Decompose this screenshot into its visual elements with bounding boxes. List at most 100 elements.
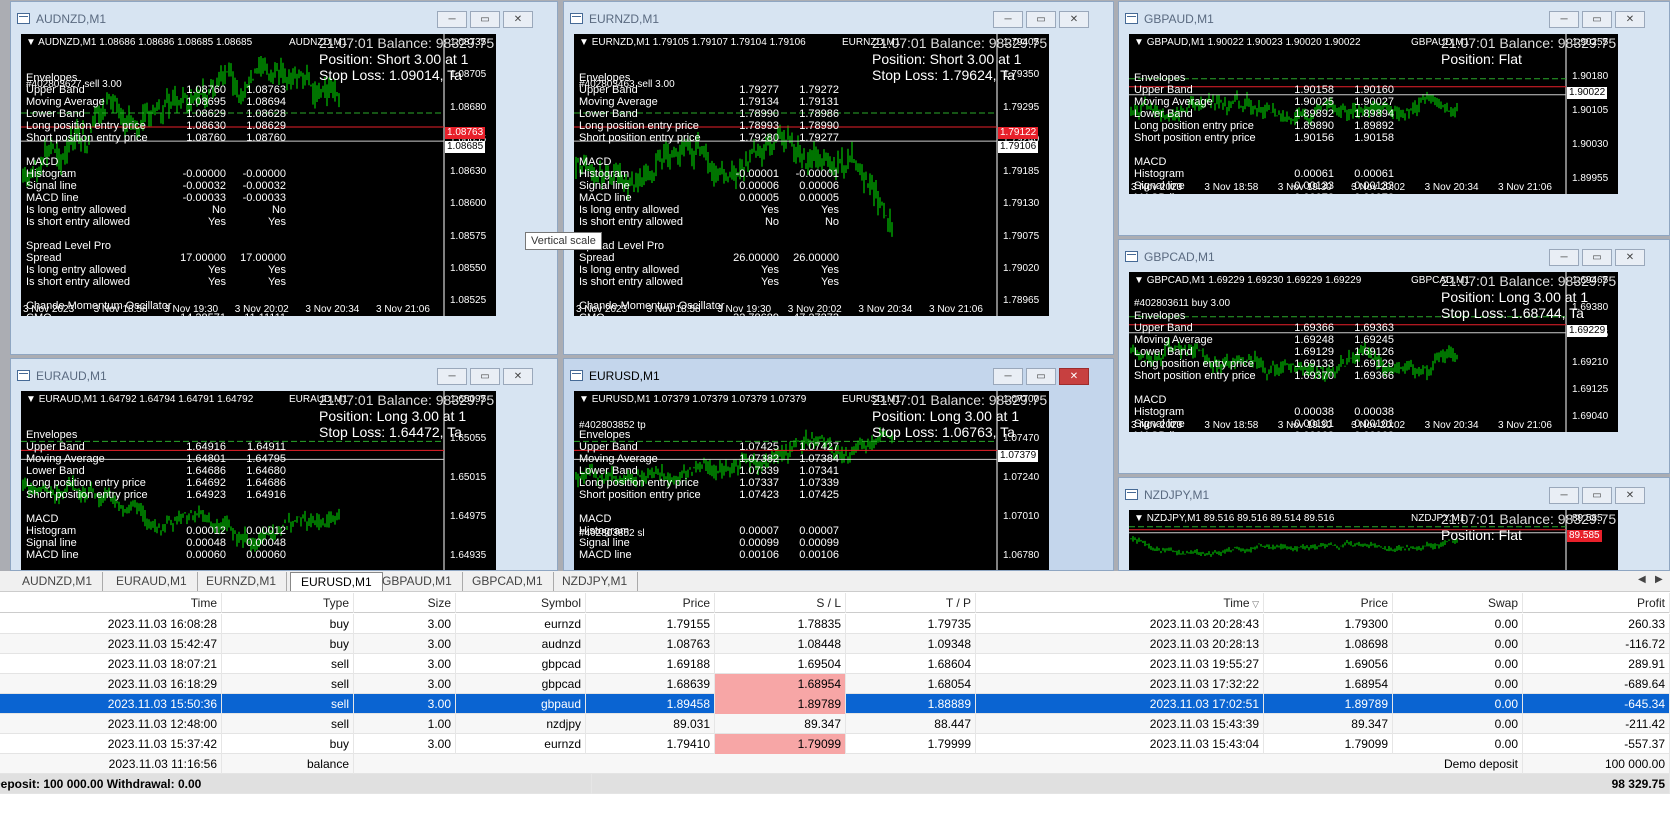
window-titlebar[interactable]: NZDJPY,M1 ─ ▭ ✕ xyxy=(1119,478,1669,508)
cell-price: 1.68639 xyxy=(586,674,715,694)
sort-desc-icon[interactable]: ▽ xyxy=(1250,599,1259,609)
column-header-type[interactable]: Type xyxy=(222,593,354,613)
column-header-close-price[interactable]: Price xyxy=(1264,593,1393,613)
cell-profit: 260.33 xyxy=(1523,614,1670,634)
tab-eurusdm1[interactable]: EURUSD,M1 xyxy=(290,572,383,591)
price-chart[interactable]: ▼ GBPCAD,M1 1.69229 1.69230 1.69229 1.69… xyxy=(1129,272,1618,432)
column-header-size[interactable]: Size xyxy=(354,593,456,613)
balance-row[interactable]: 2023.11.03 11:16:56 balance Demo deposit 10… xyxy=(0,754,1670,774)
column-header-tp[interactable]: T / P xyxy=(846,593,976,613)
chart-window-gbpcad[interactable]: GBPCAD,M1 ─ ▭ ✕ ▼ GBPCAD,M1 1.69229 1.69230 … xyxy=(1118,239,1670,474)
price-tick-label: 1.08525 xyxy=(450,295,487,306)
symbol-ohlc: EURUSD,M1 1.07379 1.07379 1.07379 1.0737… xyxy=(591,394,807,405)
minimize-button[interactable]: ─ xyxy=(993,368,1023,385)
window-titlebar[interactable]: EURAUD,M1 ─ ▭ ✕ xyxy=(11,359,557,389)
table-row[interactable]: 2023.11.03 16:08:28 buy 3.00 eurnzd 1.79155 1… xyxy=(0,614,1670,634)
cell-price: 1.08763 xyxy=(586,634,715,654)
window-titlebar[interactable]: AUDNZD,M1 ─ ▭ ✕ xyxy=(11,2,557,32)
maximize-button[interactable]: ▭ xyxy=(470,368,500,385)
table-row[interactable]: 2023.11.03 16:18:29 sell 3.00 gbpcad 1.68639… xyxy=(0,674,1670,694)
macd-row: Signal line 0.00006 0.00006 xyxy=(579,180,879,192)
maximize-button[interactable]: ▭ xyxy=(1582,487,1612,504)
spread-label: Spread xyxy=(579,252,615,264)
close-button[interactable]: ✕ xyxy=(1615,249,1645,266)
column-header-symbol[interactable]: Symbol xyxy=(456,593,586,613)
price-tick-label: 1.07240 xyxy=(1003,472,1040,483)
price-chart[interactable]: ▼ EURUSD,M1 1.07379 1.07379 1.07379 1.07… xyxy=(574,391,1049,570)
macd-label: Histogram xyxy=(26,525,77,537)
cell-tp: 1.68604 xyxy=(846,654,976,674)
chart-window-audnzd[interactable]: AUDNZD,M1 ─ ▭ ✕ ▼ AUDNZD,M1 1.08686 1.08686 … xyxy=(10,1,558,355)
cell-type: buy xyxy=(222,614,354,634)
column-header-profit[interactable]: Profit xyxy=(1523,593,1670,613)
price-chart[interactable]: ▼ GBPAUD,M1 1.90022 1.90023 1.90020 1.90… xyxy=(1129,34,1618,194)
column-header-swap[interactable]: Swap xyxy=(1393,593,1523,613)
close-button[interactable]: ✕ xyxy=(503,11,533,28)
window-titlebar[interactable]: EURNZD,M1 ─ ▭ ✕ xyxy=(564,2,1113,32)
macd-value-1: 0.00048 xyxy=(186,537,226,549)
tab-euraudm1[interactable]: EURAUD,M1 xyxy=(106,572,198,591)
column-header-sl[interactable]: S / L xyxy=(715,593,846,613)
window-titlebar[interactable]: GBPCAD,M1 ─ ▭ ✕ xyxy=(1119,240,1669,270)
tab-audnzdm1[interactable]: AUDNZD,M1 xyxy=(12,572,104,591)
close-button[interactable]: ✕ xyxy=(1059,368,1089,385)
envelopes-row: Short position entry price 1.90156 1.90158 xyxy=(1134,132,1434,144)
minimize-button[interactable]: ─ xyxy=(993,11,1023,28)
table-row[interactable]: 2023.11.03 15:42:47 buy 3.00 audnzd 1.08763 1… xyxy=(0,634,1670,654)
maximize-button[interactable]: ▭ xyxy=(470,11,500,28)
column-header-price[interactable]: Price xyxy=(586,593,715,613)
maximize-button[interactable]: ▭ xyxy=(1026,368,1056,385)
table-row[interactable]: 2023.11.03 12:48:00 sell 1.00 nzdjpy 89.031 8… xyxy=(0,714,1670,734)
price-chart[interactable]: ▼ EURAUD,M1 1.64792 1.64794 1.64791 1.64… xyxy=(21,391,496,570)
tab-gbpaudm1[interactable]: GBPAUD,M1 xyxy=(372,572,463,591)
cell-type: sell xyxy=(222,694,354,714)
price-tick-label: 1.08680 xyxy=(450,101,487,113)
maximize-button[interactable]: ▭ xyxy=(1582,249,1612,266)
maximize-button[interactable]: ▭ xyxy=(1582,11,1612,28)
maximize-button[interactable]: ▭ xyxy=(1026,11,1056,28)
envelopes-value-1: 1.90158 xyxy=(1294,84,1334,96)
minimize-button[interactable]: ─ xyxy=(1549,11,1579,28)
minimize-button[interactable]: ─ xyxy=(1549,487,1579,504)
column-header-time[interactable]: Time xyxy=(0,593,222,613)
tab-nzdjpym1[interactable]: NZDJPY,M1 xyxy=(552,572,639,591)
envelopes-value-1: 1.79280 xyxy=(739,132,779,144)
chart-window-euraud[interactable]: EURAUD,M1 ─ ▭ ✕ ▼ EURAUD,M1 1.64792 1.64794 … xyxy=(10,358,558,571)
table-row[interactable]: 2023.11.03 18:07:21 sell 3.00 gbpcad 1.69188… xyxy=(0,654,1670,674)
macd-value-2: -0.00000 xyxy=(242,168,286,180)
macd-label: Is long entry allowed xyxy=(579,204,680,216)
macd-value-1: 0.00099 xyxy=(739,537,779,549)
price-tick-label: 1.69465 xyxy=(1572,275,1609,286)
price-tick-label: 89.585 xyxy=(1572,513,1603,524)
spread-row: Is short entry allowed Yes Yes xyxy=(26,276,326,288)
close-button[interactable]: ✕ xyxy=(1059,11,1089,28)
close-button[interactable]: ✕ xyxy=(503,368,533,385)
chart-window-nzdjpy[interactable]: NZDJPY,M1 ─ ▭ ✕ ▼ NZDJPY,M1 89.516 89.516 89… xyxy=(1118,477,1670,571)
chart-window-eurnzd[interactable]: EURNZD,M1 ─ ▭ ✕ ▼ EURNZD,M1 1.79105 1.79107 … xyxy=(563,1,1114,355)
trade-label[interactable]: #402803611 buy 3.00 xyxy=(1134,298,1230,310)
minimize-button[interactable]: ─ xyxy=(1549,249,1579,266)
minimize-button[interactable]: ─ xyxy=(437,11,467,28)
macd-row: MACD line 0.00060 0.00060 xyxy=(26,549,326,561)
window-titlebar[interactable]: EURUSD,M1 ─ ▭ ✕ xyxy=(564,359,1113,389)
column-header-close-time[interactable]: Time ▽ xyxy=(976,593,1264,613)
chart-window-gbpaud[interactable]: GBPAUD,M1 ─ ▭ ✕ ▼ GBPAUD,M1 1.90022 1.90023 … xyxy=(1118,1,1670,236)
close-button[interactable]: ✕ xyxy=(1615,487,1645,504)
envelopes-row: Short position entry price 1.08760 1.08760 xyxy=(26,132,326,144)
minimize-button[interactable]: ─ xyxy=(437,368,467,385)
tab-scroll-left-icon[interactable]: ◀ xyxy=(1638,574,1646,585)
tab-gbpcadm1[interactable]: GBPCAD,M1 xyxy=(462,572,554,591)
price-chart[interactable]: ▼ EURNZD,M1 1.79105 1.79107 1.79104 1.79… xyxy=(574,34,1049,316)
price-tick-label: 1.78965 xyxy=(1003,295,1040,306)
table-row[interactable]: 2023.11.03 15:50:36 sell 3.00 gbpaud 1.89458… xyxy=(0,694,1670,714)
chart-window-eurusd[interactable]: EURUSD,M1 ─ ▭ ✕ ▼ EURUSD,M1 1.07379 1.07379 … xyxy=(563,358,1114,571)
price-chart[interactable]: ▼ NZDJPY,M1 89.516 89.516 89.514 89.516 N… xyxy=(1129,510,1618,570)
table-row[interactable]: 2023.11.03 15:37:42 buy 3.00 eurnzd 1.79410 1… xyxy=(0,734,1670,754)
tab-eurnzdm1[interactable]: EURNZD,M1 xyxy=(196,572,288,591)
macd-value-2: 0.00038 xyxy=(1354,406,1394,418)
section-title-envelopes: Envelopes xyxy=(26,429,78,441)
price-chart[interactable]: ▼ AUDNZD,M1 1.08686 1.08686 1.08685 1.08… xyxy=(21,34,496,316)
tab-scroll-right-icon[interactable]: ▶ xyxy=(1655,574,1663,585)
close-button[interactable]: ✕ xyxy=(1615,11,1645,28)
window-titlebar[interactable]: GBPAUD,M1 ─ ▭ ✕ xyxy=(1119,2,1669,32)
